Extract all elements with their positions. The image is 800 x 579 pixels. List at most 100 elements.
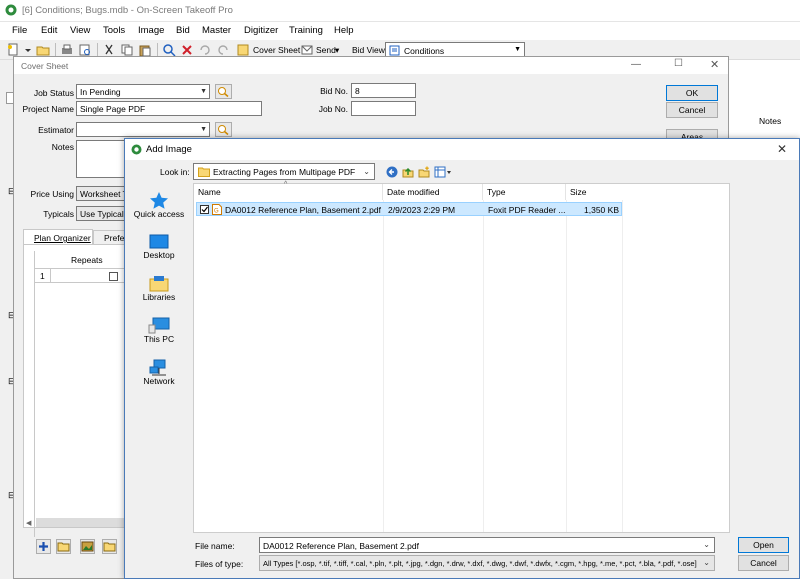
print-preview-icon[interactable] xyxy=(78,43,92,57)
open-folder-icon[interactable] xyxy=(36,43,50,57)
find-icon[interactable] xyxy=(162,43,176,57)
maximize-icon[interactable]: ☐ xyxy=(674,58,683,69)
file-checkbox[interactable] xyxy=(200,205,209,214)
minimize-icon[interactable]: — xyxy=(631,59,641,70)
dialog-cancel-button[interactable]: Cancel xyxy=(738,555,789,571)
send-icon[interactable] xyxy=(300,43,314,57)
file-name-value: DA0012 Reference Plan, Basement 2.pdf xyxy=(263,541,419,551)
plan-organizer-panel: Repeats 1 ◀ xyxy=(23,244,129,537)
folder-open-icon xyxy=(103,542,116,552)
price-using-select[interactable]: Worksheet T xyxy=(76,186,126,201)
place-quick-access[interactable]: Quick access xyxy=(131,191,187,219)
file-name-input[interactable]: DA0012 Reference Plan, Basement 2.pdf ⌄ xyxy=(259,537,715,553)
place-desktop[interactable]: Desktop xyxy=(131,234,187,260)
back-icon[interactable] xyxy=(386,166,398,178)
cover-sheet-button[interactable]: Cover Sheet xyxy=(253,45,300,55)
close-icon[interactable]: ✕ xyxy=(710,58,719,71)
new-icon[interactable] xyxy=(6,43,20,57)
open-folder-button[interactable] xyxy=(102,539,117,554)
place-this-pc[interactable]: This PC xyxy=(131,317,187,344)
job-status-search-button[interactable] xyxy=(215,84,232,99)
close-icon[interactable]: ✕ xyxy=(777,142,787,156)
add-icon xyxy=(39,542,48,551)
horizontal-scrollbar[interactable] xyxy=(36,518,128,527)
notes-textarea[interactable] xyxy=(76,140,126,178)
chevron-down-icon: ▼ xyxy=(200,126,207,133)
place-label: Libraries xyxy=(142,292,176,302)
project-name-input[interactable]: Single Page PDF xyxy=(76,101,262,116)
view-menu-icon[interactable] xyxy=(434,166,452,178)
chevron-down-icon: ⌄ xyxy=(703,540,710,549)
undo-icon[interactable] xyxy=(198,43,212,57)
plan-grid-row[interactable]: 1 xyxy=(35,269,129,283)
send-button[interactable]: Send xyxy=(316,45,336,55)
menu-help[interactable]: Help xyxy=(334,25,354,36)
file-date: 2/9/2023 2:29 PM xyxy=(388,205,456,215)
delete-icon[interactable] xyxy=(180,43,194,57)
conditions-icon xyxy=(389,45,400,56)
project-name-value: Single Page PDF xyxy=(80,104,146,114)
open-button[interactable]: Open xyxy=(738,537,789,553)
cut-icon[interactable] xyxy=(102,43,116,57)
estimator-search-button[interactable] xyxy=(215,122,232,137)
typicals-select[interactable]: Use Typical C xyxy=(76,206,126,221)
computer-icon xyxy=(148,317,170,334)
add-image-button[interactable] xyxy=(80,539,95,554)
up-folder-icon[interactable] xyxy=(402,166,414,178)
scroll-left-icon[interactable]: ◀ xyxy=(26,519,31,527)
row-number: 1 xyxy=(40,271,45,281)
redo-icon[interactable] xyxy=(216,43,230,57)
send-dropdown-icon[interactable]: ▾ xyxy=(335,45,339,56)
place-label: Network xyxy=(143,376,175,386)
tab-preferences[interactable]: Prefer xyxy=(93,230,128,244)
menu-file[interactable]: File xyxy=(12,25,27,36)
job-no-label: Job No. xyxy=(318,104,348,114)
folder-icon xyxy=(198,167,210,177)
paste-icon[interactable] xyxy=(138,43,152,57)
column-divider xyxy=(483,200,484,532)
app-logo-icon xyxy=(5,4,17,16)
menu-tools[interactable]: Tools xyxy=(103,25,125,36)
file-list: Name ^ Date modified Type Size G DA0012 … xyxy=(193,181,730,533)
app-title: [6] Conditions; Bugs.mdb - On-Screen Tak… xyxy=(22,5,233,16)
bid-no-input[interactable]: 8 xyxy=(351,83,416,98)
job-status-value: In Pending xyxy=(80,87,121,97)
column-type[interactable]: Type xyxy=(483,184,566,200)
file-size: 1,350 KB xyxy=(584,205,619,215)
cover-cancel-button[interactable]: Cancel xyxy=(666,102,718,118)
file-row[interactable]: G DA0012 Reference Plan, Basement 2.pdf … xyxy=(196,202,622,216)
menu-digitizer[interactable]: Digitizer xyxy=(244,25,278,36)
look-in-select[interactable]: Extracting Pages from Multipage PDF ⌄ xyxy=(193,163,375,180)
estimator-select[interactable]: ▼ xyxy=(76,122,210,137)
add-folder-button[interactable] xyxy=(56,539,71,554)
menu-view[interactable]: View xyxy=(70,25,90,36)
estimator-label: Estimator xyxy=(38,125,74,135)
column-name[interactable]: Name ^ xyxy=(194,181,383,200)
menu-master[interactable]: Master xyxy=(202,25,231,36)
libraries-icon xyxy=(149,276,169,292)
tab-plan-organizer[interactable]: Plan Organizer xyxy=(23,229,93,244)
add-plan-button[interactable] xyxy=(36,539,51,554)
job-status-select[interactable]: In Pending ▼ xyxy=(76,84,210,99)
files-of-type-select[interactable]: All Types [*.osp, *.tif, *.tiff, *.cal, … xyxy=(259,555,715,571)
menu-bid[interactable]: Bid xyxy=(176,25,190,36)
copy-icon[interactable] xyxy=(120,43,134,57)
print-icon[interactable] xyxy=(60,43,74,57)
menu-bar: File Edit View Tools Image Bid Master Di… xyxy=(0,22,800,40)
cover-sheet-titlebar: Cover Sheet — ☐ ✕ xyxy=(14,57,728,74)
place-network[interactable]: Network xyxy=(131,359,187,386)
places-bar: Quick access Desktop Libraries This PC N… xyxy=(131,183,187,533)
new-folder-icon[interactable] xyxy=(418,166,430,178)
project-name-label: Project Name xyxy=(22,104,75,114)
row-checkbox[interactable] xyxy=(109,272,118,281)
job-no-input[interactable] xyxy=(351,101,416,116)
price-using-value: Worksheet T xyxy=(80,189,126,199)
column-date-modified[interactable]: Date modified xyxy=(383,184,483,200)
menu-training[interactable]: Training xyxy=(289,25,323,36)
place-libraries[interactable]: Libraries xyxy=(131,275,187,302)
menu-edit[interactable]: Edit xyxy=(41,25,57,36)
column-size[interactable]: Size xyxy=(566,184,622,200)
ok-button[interactable]: OK xyxy=(666,85,718,101)
cover-sheet-icon[interactable] xyxy=(236,43,250,57)
menu-image[interactable]: Image xyxy=(138,25,164,36)
